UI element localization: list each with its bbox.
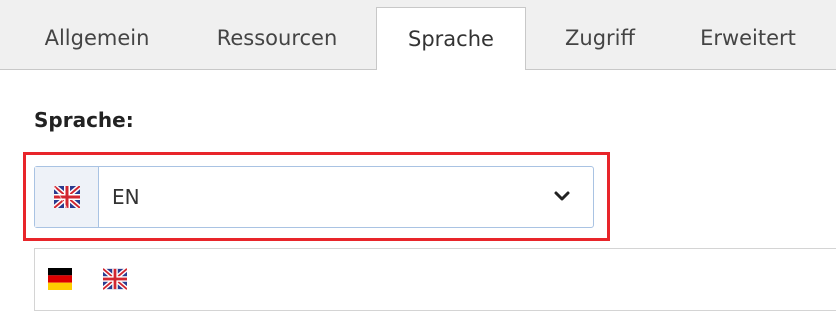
- flag-uk-icon: [101, 267, 129, 291]
- tab-ressourcen[interactable]: Ressourcen: [194, 7, 360, 70]
- language-flag-list: [34, 248, 836, 311]
- tab-erweitert[interactable]: Erweitert: [673, 7, 823, 70]
- tab-allgemein[interactable]: Allgemein: [14, 7, 180, 70]
- tab-zugriff[interactable]: Zugriff: [535, 7, 665, 70]
- tab-bar: Allgemein Ressourcen Sprache Zugriff Erw…: [0, 0, 836, 71]
- selected-language-value: EN: [112, 185, 140, 209]
- selected-flag-addon: [35, 167, 99, 227]
- language-field-label: Sprache:: [34, 108, 134, 132]
- flag-de-icon: [48, 268, 72, 290]
- tab-sprache[interactable]: Sprache: [376, 7, 526, 71]
- flag-option-de[interactable]: [48, 268, 72, 290]
- chevron-down-icon: [554, 191, 570, 201]
- language-select[interactable]: EN: [34, 166, 594, 228]
- flag-option-uk[interactable]: [101, 267, 129, 291]
- flag-uk-icon: [53, 186, 80, 208]
